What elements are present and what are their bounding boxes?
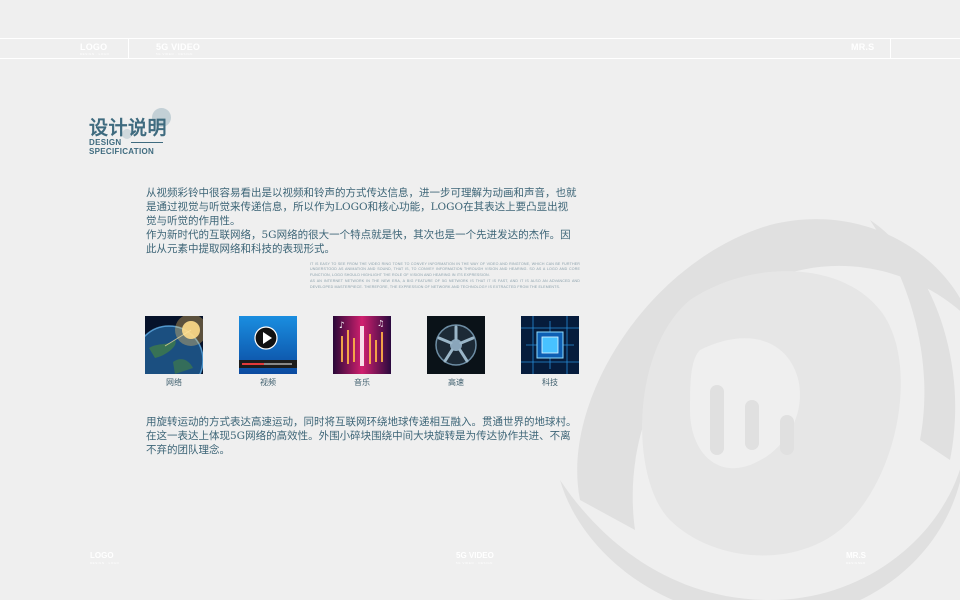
thumbnail-caption: 音乐 — [354, 378, 370, 387]
chip-tech-image — [521, 316, 579, 374]
closing-line: 在这一表达上体现5G网络的高效性。外围小碎块围绕中间大块旋转是为传达协作共进、不… — [146, 430, 571, 442]
footer-video-sub: 5G VIDEO · DESIGN — [456, 561, 493, 565]
closing-paragraph: 用旋转运动的方式表达高速运动，同时将互联网环绕地球传递相互融入。贯通世界的地球村… — [146, 415, 582, 457]
thumbnail-caption: 科技 — [542, 378, 558, 387]
intro-line: 是通过视觉与听觉来传递信息，所以作为LOGO和核心功能，LOGO在其表达上要凸显… — [146, 201, 569, 213]
section-title: 设计说明 DESIGN SPECIFICATION — [88, 107, 178, 157]
footer-author-sub: DESIGNER — [846, 561, 866, 565]
footer-logo-label: LOGO — [90, 551, 114, 560]
svg-text:♪: ♪ — [339, 321, 345, 331]
header-logo-sub: DESIGN · LOGO — [80, 52, 110, 56]
header-logo-label: LOGO — [80, 42, 108, 52]
thumbnail-caption: 网络 — [166, 378, 182, 387]
closing-line: 不弃的团队理念。 — [146, 444, 230, 456]
english-para: It is easy to see from the video ring to… — [310, 262, 580, 277]
header-divider — [128, 39, 129, 58]
section-title-cn: 设计说明 — [89, 117, 168, 139]
footer-logo-sub: DESIGN · LOGO — [90, 561, 120, 565]
thumbnail-speed: 高速 — [427, 316, 485, 388]
intro-paragraph: 从视频彩铃中很容易看出是以视频和铃声的方式传达信息，进一步可理解为动画和声音，也… — [146, 186, 582, 256]
header-band: LOGO DESIGN · LOGO 5G VIDEO 5G VIDEO · D… — [0, 38, 960, 59]
section-title-en1: DESIGN — [89, 138, 122, 147]
english-para: As an internet network in the new era, a… — [310, 279, 580, 289]
earth-network-image — [145, 316, 203, 374]
header-divider — [890, 39, 891, 58]
thumbnail-network: 网络 — [145, 316, 203, 388]
intro-line: 作为新时代的互联网络，5G网络的很大一个特点就是快，其次也是一个先进发达的杰作。… — [146, 229, 571, 241]
thumbnail-tech: 科技 — [521, 316, 579, 388]
thumbnail-caption: 高速 — [448, 378, 464, 387]
footer-author-label: MR.S — [846, 551, 866, 560]
footer-video-label: 5G VIDEO — [456, 551, 494, 560]
intro-line: 觉与听觉的作用性。 — [146, 215, 241, 227]
header-author-label: MR.S — [851, 42, 875, 52]
thumbnail-video: 视频 — [239, 316, 297, 388]
video-player-image — [239, 316, 297, 374]
thumbnail-caption: 视频 — [260, 378, 276, 387]
music-notes-image: ♪ ♫ — [333, 316, 391, 374]
english-note: It is easy to see from the video ring to… — [310, 262, 580, 291]
wheel-speed-image — [427, 316, 485, 374]
thumbnail-music: ♪ ♫ 音乐 — [333, 316, 391, 388]
closing-line: 用旋转运动的方式表达高速运动，同时将互联网环绕地球传递相互融入。贯通世界的地球村… — [146, 416, 577, 428]
header-video-label: 5G VIDEO — [156, 42, 201, 52]
svg-text:♫: ♫ — [377, 319, 384, 328]
intro-line: 此从元素中提取网络和科技的表现形式。 — [146, 243, 335, 255]
header-video-sub: 5G VIDEO · DESIGN — [156, 52, 193, 56]
title-underline — [131, 142, 163, 143]
intro-line: 从视频彩铃中很容易看出是以视频和铃声的方式传达信息，进一步可理解为动画和声音，也… — [146, 187, 577, 199]
watermark-logo-icon — [560, 219, 960, 600]
section-title-en2: SPECIFICATION — [89, 147, 155, 156]
